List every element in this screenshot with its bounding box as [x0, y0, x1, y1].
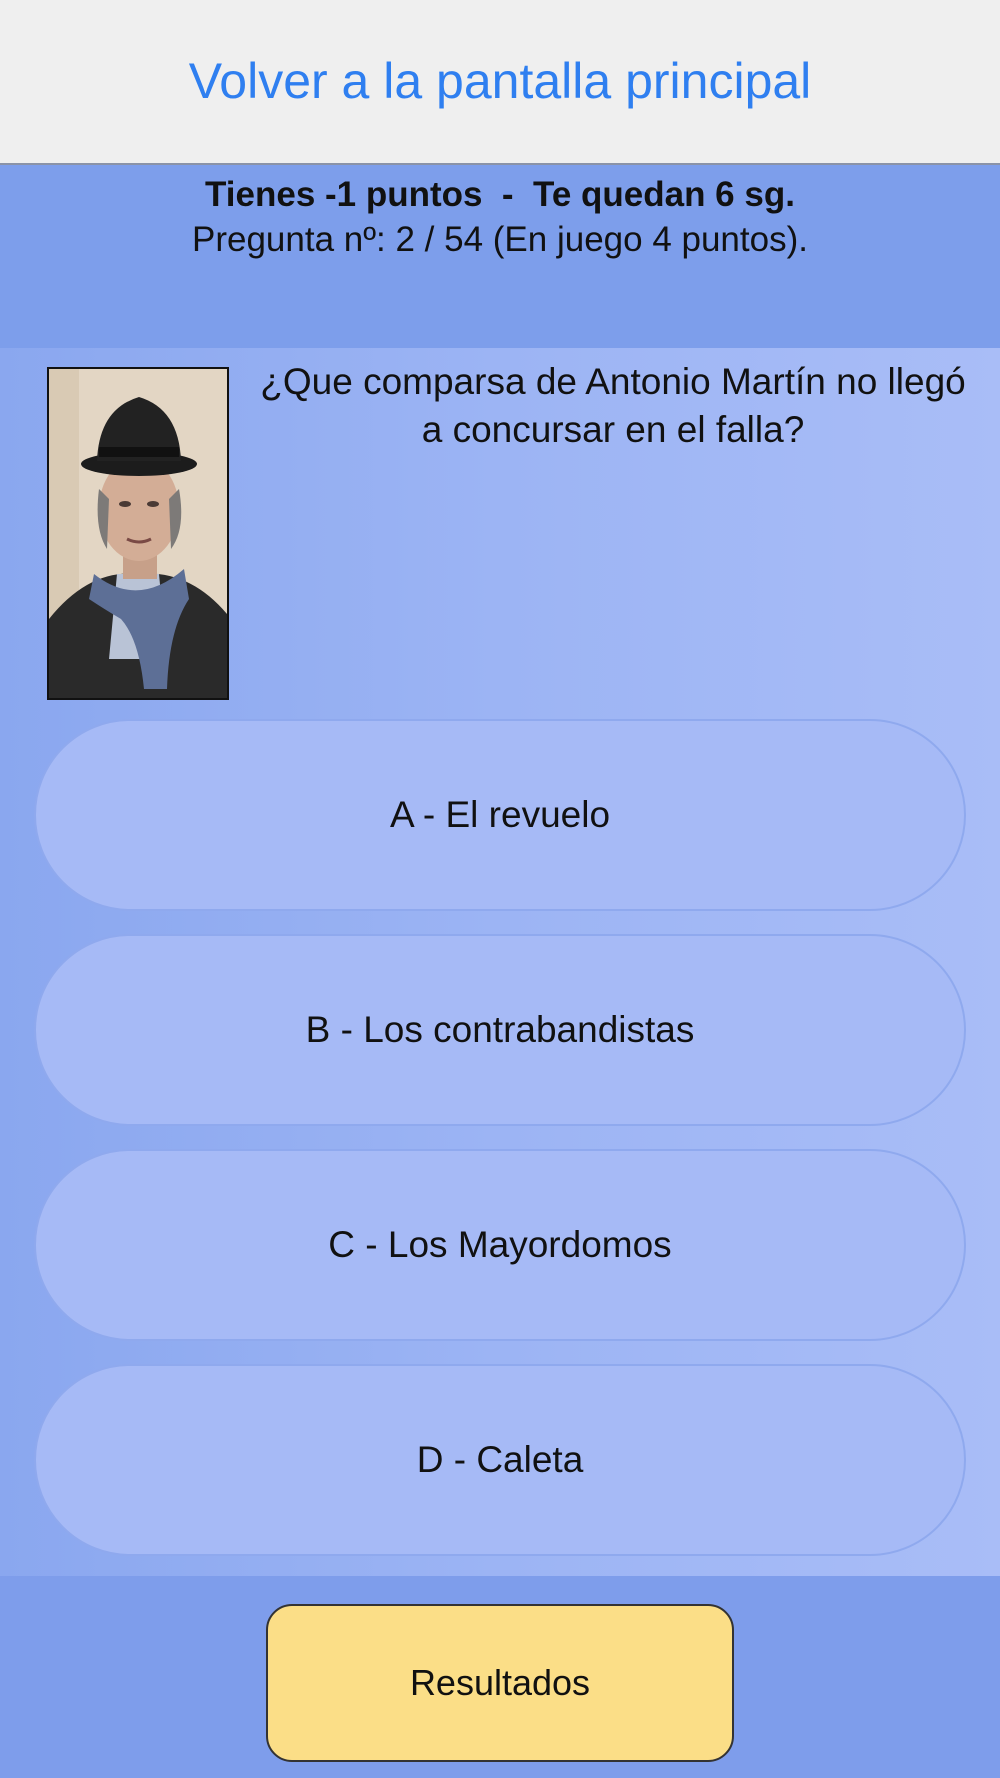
answer-option-d[interactable]: D - Caleta — [34, 1364, 966, 1556]
answer-option-c[interactable]: C - Los Mayordomos — [34, 1149, 966, 1341]
question-text: ¿Que comparsa de Antonio Martín no llegó… — [260, 361, 966, 450]
question-counter-text: Pregunta nº: 2 / 54 (En juego 4 puntos). — [192, 220, 808, 259]
status-panel: Tienes -1 puntos - Te quedan 6 sg. Pregu… — [0, 165, 1000, 348]
answer-option-b[interactable]: B - Los contrabandistas — [34, 934, 966, 1126]
top-bar: Volver a la pantalla principal — [0, 0, 1000, 165]
person-portrait-image — [49, 369, 227, 698]
question-area: ¿Que comparsa de Antonio Martín no llegó… — [0, 348, 1000, 1576]
results-button[interactable]: Resultados — [266, 1604, 734, 1762]
back-to-main-link[interactable]: Volver a la pantalla principal — [189, 52, 812, 110]
footer-bar: Resultados — [0, 1576, 1000, 1778]
answer-option-a[interactable]: A - El revuelo — [34, 719, 966, 911]
score-timer-text: Tienes -1 puntos - Te quedan 6 sg. — [205, 175, 795, 214]
question-photo — [47, 367, 229, 700]
